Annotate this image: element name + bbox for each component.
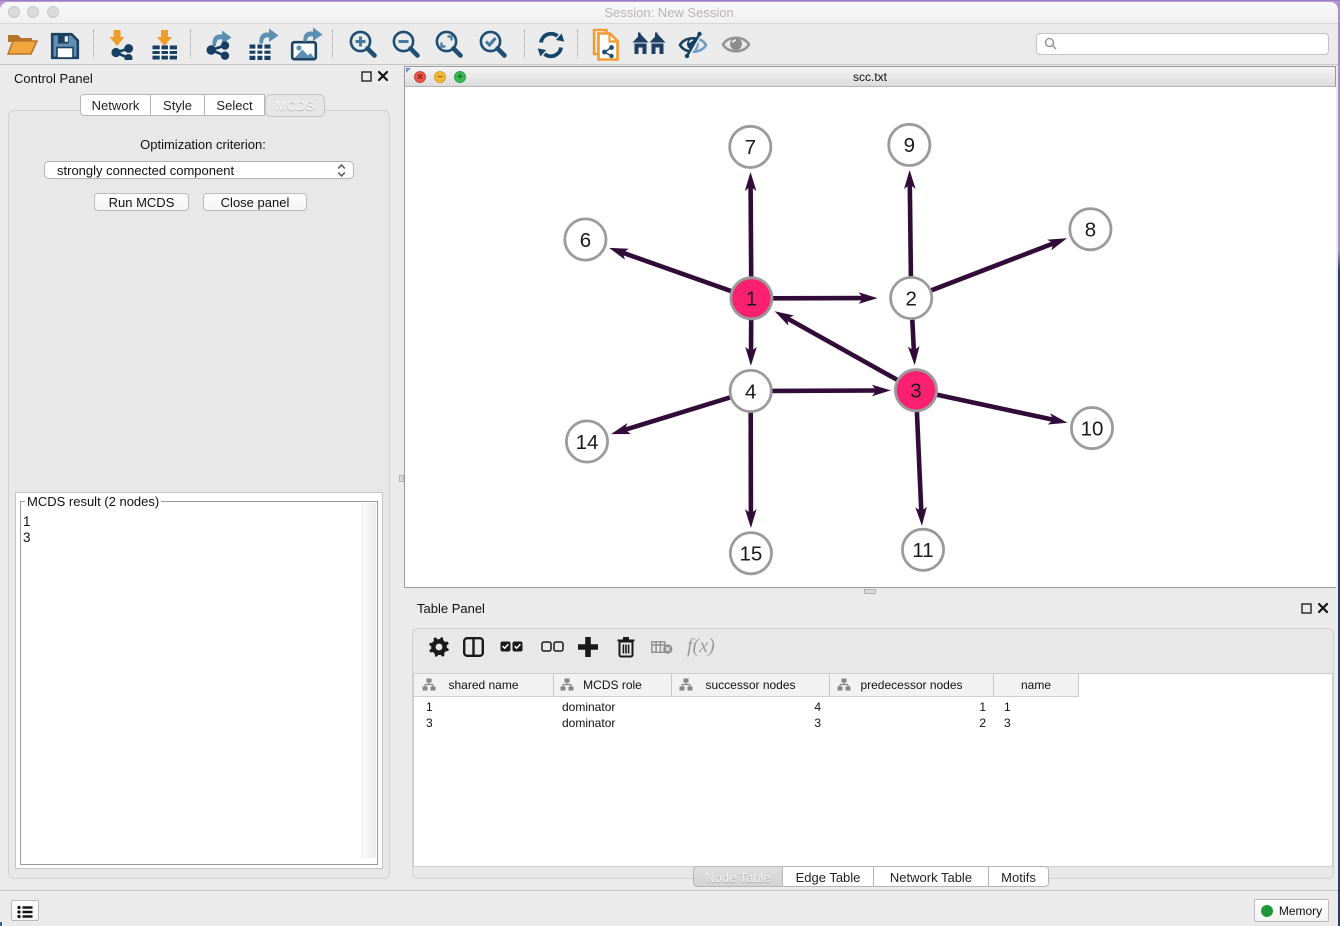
svg-text:6: 6 [580, 229, 591, 252]
svg-text:9: 9 [904, 134, 915, 157]
svg-text:1: 1 [746, 288, 757, 311]
svg-text:10: 10 [1081, 417, 1104, 440]
svg-text:14: 14 [576, 431, 599, 454]
svg-text:8: 8 [1085, 219, 1096, 242]
svg-text:11: 11 [912, 539, 933, 562]
svg-text:7: 7 [745, 136, 756, 159]
svg-text:2: 2 [905, 287, 916, 310]
svg-text:3: 3 [910, 380, 921, 403]
svg-text:4: 4 [745, 380, 756, 403]
svg-text:15: 15 [739, 543, 762, 566]
